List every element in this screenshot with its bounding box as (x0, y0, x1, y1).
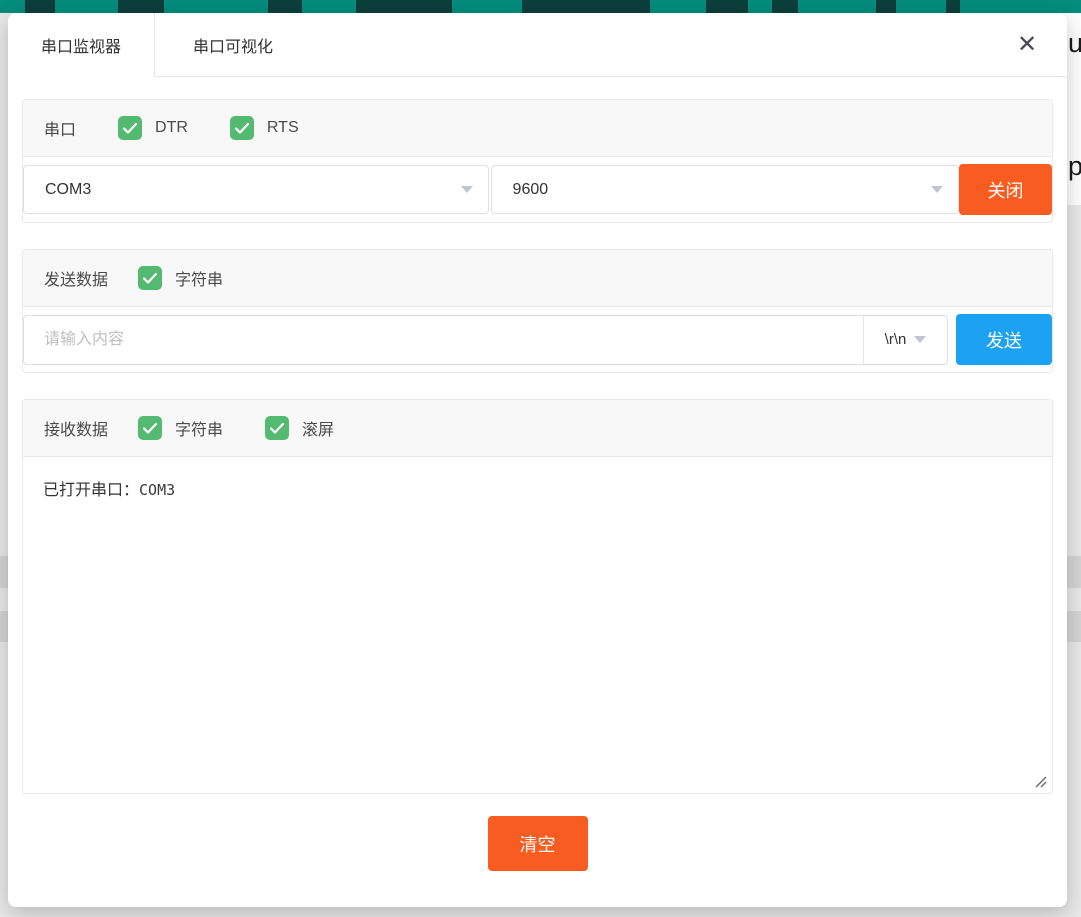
dialog-body: 串口 DTR RTS COM3 (8, 77, 1067, 871)
serial-port-controls-row: COM3 9600 关闭 (23, 157, 1052, 222)
clipped-toolbar-fragment (356, 0, 452, 13)
receive-output-value: COM3 (139, 481, 175, 499)
baud-rate-select-value: 9600 (513, 181, 924, 199)
check-icon (123, 123, 137, 134)
send-message-input[interactable] (24, 316, 863, 364)
autoscroll-checkbox[interactable] (265, 416, 289, 440)
clipped-toolbar-fragment (118, 0, 164, 13)
rts-checkbox[interactable] (230, 116, 254, 140)
serial-port-section-header: 串口 DTR RTS (23, 100, 1052, 157)
send-string-checkbox-label: 字符串 (175, 266, 223, 290)
autoscroll-checkbox-label: 滚屏 (302, 416, 334, 440)
clipped-toolbar-fragment (25, 0, 55, 13)
dialog-tabbar: 串口监视器 串口可视化 ✕ (8, 13, 1067, 77)
clipped-toolbar-fragment (268, 0, 302, 13)
tab-serial-monitor[interactable]: 串口监视器 (8, 13, 155, 77)
caret-down-icon (914, 336, 926, 343)
receive-string-checkbox-group[interactable]: 字符串 (138, 416, 223, 440)
receive-string-checkbox[interactable] (138, 416, 162, 440)
send-string-checkbox[interactable] (138, 266, 162, 290)
send-data-section-title: 发送数据 (44, 266, 108, 290)
tab-serial-visualization[interactable]: 串口可视化 (155, 13, 311, 76)
baud-rate-select[interactable]: 9600 (491, 165, 960, 214)
clipped-toolbar-fragment (946, 0, 960, 13)
send-input-group: \r\n (23, 315, 948, 365)
serial-monitor-dialog: 串口监视器 串口可视化 ✕ 串口 DTR RTS (8, 13, 1067, 907)
port-select[interactable]: COM3 (23, 165, 489, 214)
dialog-footer: 清空 (22, 816, 1053, 871)
clipped-toolbar-fragment (522, 0, 650, 13)
clipped-toolbar-fragment (706, 0, 748, 13)
line-ending-select[interactable]: \r\n (863, 316, 947, 364)
caret-down-icon (931, 186, 943, 193)
clipped-toolbar-fragment (876, 0, 896, 13)
send-string-checkbox-group[interactable]: 字符串 (138, 266, 223, 290)
check-icon (270, 423, 284, 434)
send-data-section: 发送数据 字符串 \r\n 发送 (22, 249, 1053, 373)
receive-string-checkbox-label: 字符串 (175, 416, 223, 440)
check-icon (143, 273, 157, 284)
close-port-button[interactable]: 关闭 (959, 164, 1052, 215)
close-icon: ✕ (1017, 33, 1037, 57)
dialog-close-button[interactable]: ✕ (1011, 29, 1043, 61)
receive-data-section-header: 接收数据 字符串 滚屏 (23, 400, 1052, 457)
clear-button[interactable]: 清空 (488, 816, 588, 871)
dtr-checkbox-group[interactable]: DTR (118, 116, 188, 140)
clipped-background-text: u (1068, 30, 1081, 57)
app-toolbar-clipped (0, 0, 1081, 13)
check-icon (143, 423, 157, 434)
caret-down-icon (461, 186, 473, 193)
rts-checkbox-group[interactable]: RTS (230, 116, 299, 140)
dtr-checkbox-label: DTR (155, 119, 188, 137)
clipped-background-text: p (1068, 153, 1081, 180)
resize-handle-icon[interactable] (1033, 774, 1047, 788)
receive-data-section-title: 接收数据 (44, 416, 108, 440)
port-select-value: COM3 (45, 181, 453, 199)
rts-checkbox-label: RTS (267, 119, 299, 137)
receive-data-section: 接收数据 字符串 滚屏 已打开串口：COM3 (22, 399, 1053, 794)
send-data-controls-row: \r\n 发送 (23, 307, 1052, 372)
serial-port-section-title: 串口 (44, 116, 76, 140)
receive-output-area[interactable]: 已打开串口：COM3 (23, 457, 1052, 793)
send-button[interactable]: 发送 (956, 314, 1052, 365)
receive-output-prefix: 已打开串口： (43, 482, 139, 499)
autoscroll-checkbox-group[interactable]: 滚屏 (265, 416, 334, 440)
clipped-toolbar-fragment (772, 0, 798, 13)
send-data-section-header: 发送数据 字符串 (23, 250, 1052, 307)
check-icon (235, 123, 249, 134)
serial-port-section: 串口 DTR RTS COM3 (22, 99, 1053, 223)
dtr-checkbox[interactable] (118, 116, 142, 140)
line-ending-select-value: \r\n (885, 331, 907, 348)
